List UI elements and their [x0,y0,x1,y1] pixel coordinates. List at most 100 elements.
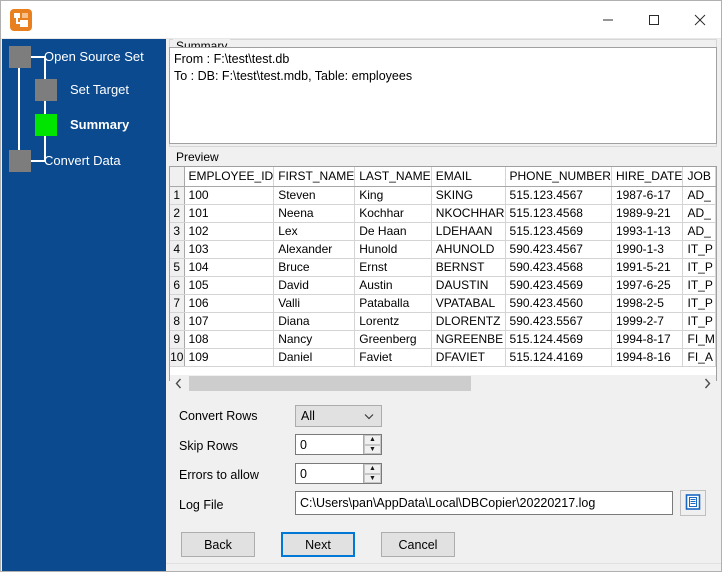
cell-last-name[interactable]: King [354,186,432,205]
cell-first-name[interactable]: Nancy [273,330,356,349]
cell-phone-number[interactable]: 590.423.5567 [505,312,612,331]
cell-job[interactable]: AD_ [682,222,716,241]
minimize-button[interactable] [585,1,631,38]
chevron-left-icon[interactable] [170,375,187,392]
row-number-cell[interactable]: 6 [170,276,185,295]
column-header-email[interactable]: EMAIL [431,167,506,187]
spinner-up-icon[interactable]: ▲ [364,464,381,474]
cell-phone-number[interactable]: 515.123.4569 [505,222,612,241]
cell-first-name[interactable]: Alexander [273,240,356,259]
table-row[interactable]: 2 101 Neena Kochhar NKOCHHAR 515.123.4568 1989… [170,204,716,223]
cell-phone-number[interactable]: 590.423.4569 [505,276,612,295]
cell-phone-number[interactable]: 515.124.4169 [505,348,612,367]
cell-email[interactable]: DAUSTIN [431,276,506,295]
cell-employee-id[interactable]: 108 [184,330,275,349]
cell-employee-id[interactable]: 104 [184,258,275,277]
table-row[interactable]: 3 102 Lex De Haan LDEHAAN 515.123.4569 1993-1-… [170,222,716,241]
column-header-phone-number[interactable]: PHONE_NUMBER [505,167,612,187]
cell-last-name[interactable]: De Haan [354,222,432,241]
cell-last-name[interactable]: Faviet [354,348,432,367]
cell-phone-number[interactable]: 590.423.4568 [505,258,612,277]
skip-rows-spinner-buttons[interactable]: ▲ ▼ [363,435,381,454]
row-number-cell[interactable]: 8 [170,312,185,331]
column-header-last-name[interactable]: LAST_NAME [354,167,432,187]
table-row[interactable]: 7 106 Valli Pataballa VPATABAL 590.423.4560 19… [170,294,716,313]
row-number-cell[interactable]: 5 [170,258,185,277]
chevron-right-icon[interactable] [699,375,716,392]
cell-hire-date[interactable]: 1994-8-16 [611,348,684,367]
cell-job[interactable]: IT_P [682,240,716,259]
cell-email[interactable]: DLORENTZ [431,312,506,331]
cell-job[interactable]: FI_A [682,348,716,367]
cell-first-name[interactable]: Diana [273,312,356,331]
cell-email[interactable]: DFAVIET [431,348,506,367]
cell-hire-date[interactable]: 1989-9-21 [611,204,684,223]
cell-job[interactable]: IT_P [682,312,716,331]
errors-to-allow-stepper[interactable]: 0 ▲ ▼ [295,463,382,484]
cell-email[interactable]: BERNST [431,258,506,277]
spinner-down-icon[interactable]: ▼ [364,473,381,483]
preview-grid[interactable]: EMPLOYEE_ID FIRST_NAME LAST_NAME EMAIL P… [169,166,717,381]
cell-first-name[interactable]: Valli [273,294,356,313]
cell-phone-number[interactable]: 515.124.4569 [505,330,612,349]
cell-job[interactable]: IT_P [682,294,716,313]
errors-to-allow-value[interactable]: 0 [300,466,307,482]
cell-employee-id[interactable]: 105 [184,276,275,295]
cell-email[interactable]: VPATABAL [431,294,506,313]
cell-last-name[interactable]: Pataballa [354,294,432,313]
back-button[interactable]: Back [181,532,255,557]
cell-email[interactable]: NGREENBE [431,330,506,349]
cell-phone-number[interactable]: 515.123.4568 [505,204,612,223]
cell-phone-number[interactable]: 590.423.4560 [505,294,612,313]
sidebar-item-set-target[interactable]: Set Target [70,82,129,98]
table-row[interactable]: 5 104 Bruce Ernst BERNST 590.423.4568 1991-5-2… [170,258,716,277]
sidebar-node-convert-data[interactable] [9,150,31,172]
convert-rows-select[interactable]: All [295,405,382,427]
row-number-cell[interactable]: 7 [170,294,185,313]
cell-last-name[interactable]: Austin [354,276,432,295]
row-number-cell[interactable]: 2 [170,204,185,223]
column-header-job[interactable]: JOB [682,167,716,187]
cell-hire-date[interactable]: 1991-5-21 [611,258,684,277]
cell-first-name[interactable]: Lex [273,222,356,241]
cell-email[interactable]: SKING [431,186,506,205]
log-file-browse-button[interactable] [680,490,706,516]
cell-hire-date[interactable]: 1997-6-25 [611,276,684,295]
cell-hire-date[interactable]: 1990-1-3 [611,240,684,259]
table-row[interactable]: 9 108 Nancy Greenberg NGREENBE 515.124.4569 19… [170,330,716,349]
cell-first-name[interactable]: Daniel [273,348,356,367]
errors-to-allow-spinner-buttons[interactable]: ▲ ▼ [363,464,381,483]
cell-employee-id[interactable]: 101 [184,204,275,223]
cell-first-name[interactable]: David [273,276,356,295]
row-number-cell[interactable]: 10 [170,348,185,367]
cell-hire-date[interactable]: 1987-6-17 [611,186,684,205]
scrollbar-thumb[interactable] [189,376,471,391]
sidebar-item-convert-data[interactable]: Convert Data [44,153,121,169]
cell-hire-date[interactable]: 1999-2-7 [611,312,684,331]
cell-job[interactable]: IT_P [682,276,716,295]
cell-phone-number[interactable]: 590.423.4567 [505,240,612,259]
row-number-cell[interactable]: 9 [170,330,185,349]
preview-horizontal-scrollbar[interactable] [170,375,716,392]
cell-last-name[interactable]: Ernst [354,258,432,277]
row-number-cell[interactable]: 4 [170,240,185,259]
spinner-down-icon[interactable]: ▼ [364,444,381,454]
cell-last-name[interactable]: Kochhar [354,204,432,223]
close-button[interactable] [677,1,721,38]
cell-employee-id[interactable]: 100 [184,186,275,205]
cell-hire-date[interactable]: 1994-8-17 [611,330,684,349]
cell-job[interactable]: AD_ [682,204,716,223]
row-number-cell[interactable]: 3 [170,222,185,241]
cell-employee-id[interactable]: 109 [184,348,275,367]
cell-first-name[interactable]: Neena [273,204,356,223]
cell-job[interactable]: AD_ [682,186,716,205]
cell-email[interactable]: NKOCHHAR [431,204,506,223]
skip-rows-stepper[interactable]: 0 ▲ ▼ [295,434,382,455]
cell-last-name[interactable]: Greenberg [354,330,432,349]
cell-first-name[interactable]: Steven [273,186,356,205]
table-row[interactable]: 8 107 Diana Lorentz DLORENTZ 590.423.5567 1999… [170,312,716,331]
sidebar-item-open-source-set[interactable]: Open Source Set [44,49,144,65]
table-row[interactable]: 4 103 Alexander Hunold AHUNOLD 590.423.4567 19… [170,240,716,259]
spinner-up-icon[interactable]: ▲ [364,435,381,445]
column-header-hire-date[interactable]: HIRE_DATE [611,167,684,187]
